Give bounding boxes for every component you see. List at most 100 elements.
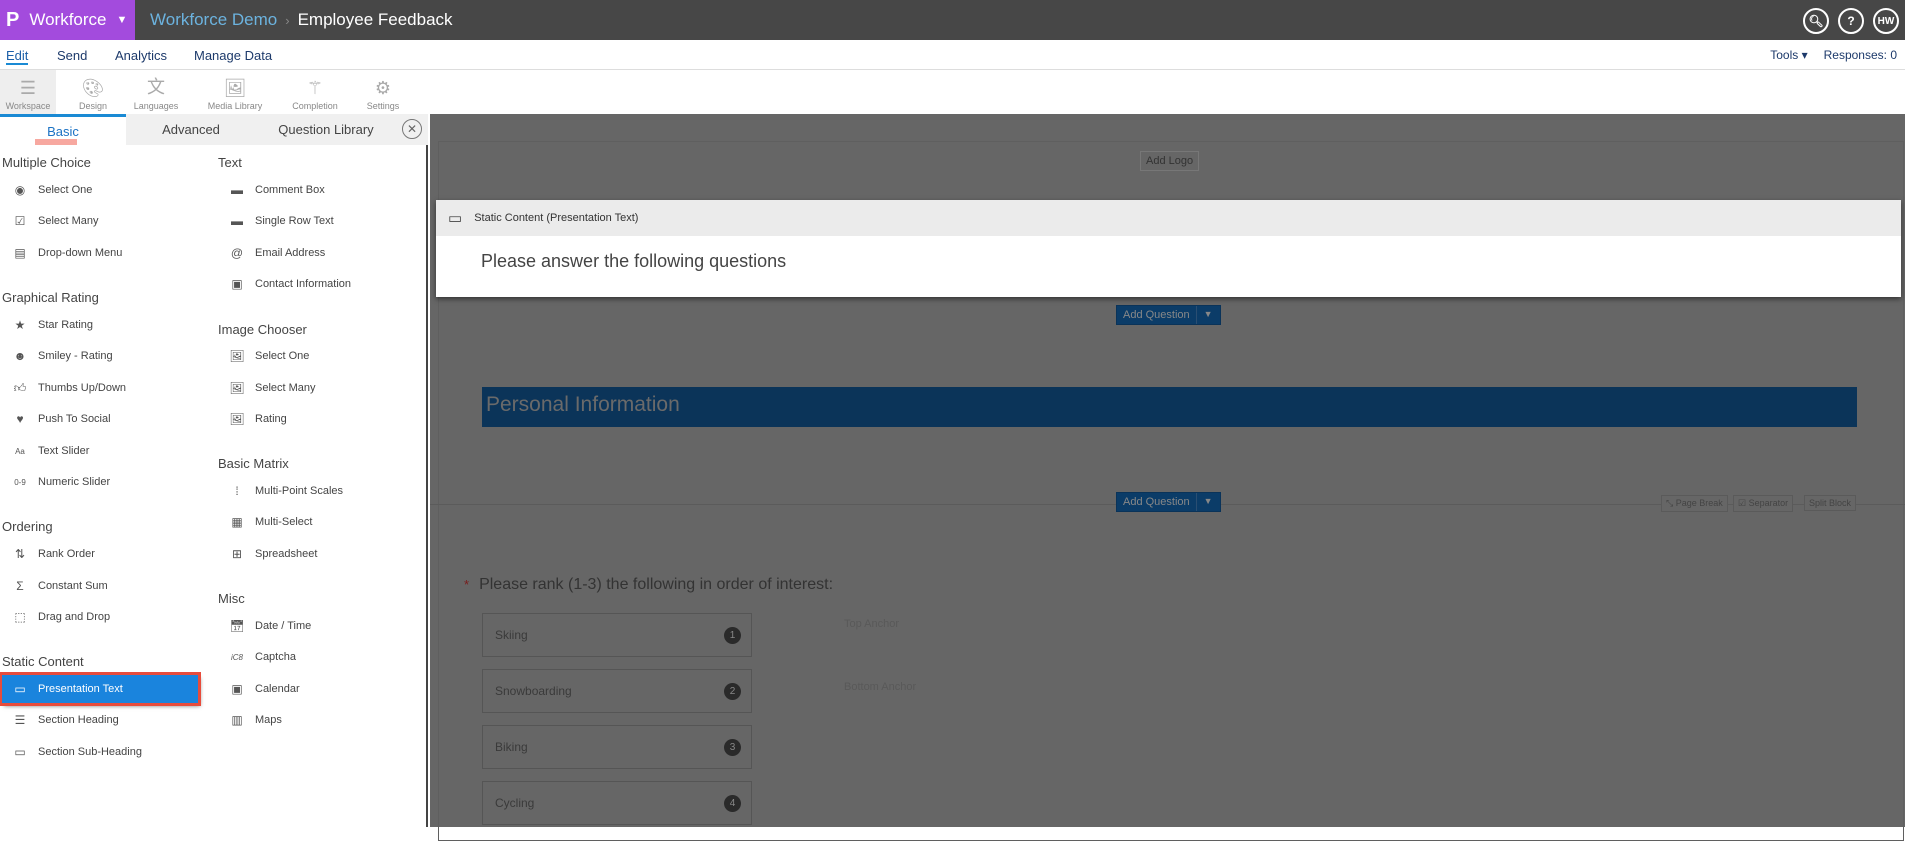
tool-settings[interactable]: ⚙ Settings <box>363 70 403 114</box>
menu-analytics[interactable]: Analytics <box>115 48 167 63</box>
top-bar: P Workforce ▼ Workforce Demo › Employee … <box>0 0 1905 40</box>
chevron-down-icon: ▼ <box>1203 496 1213 506</box>
rank-order-icon: ⇅ <box>14 547 26 561</box>
item-text-slider[interactable]: Aa Text Slider <box>12 440 89 462</box>
item-date-time[interactable]: 📅︎ Date / Time <box>229 615 311 637</box>
item-multi-point-scales[interactable]: ⁞ Multi-Point Scales <box>229 480 343 502</box>
menu-bar: Edit Send Analytics Manage Data Tools ▾ … <box>0 40 1905 70</box>
item-drag-and-drop[interactable]: ⬚ Drag and Drop <box>12 606 110 628</box>
section-multiple-choice: Multiple Choice <box>2 155 91 170</box>
tab-basic[interactable]: Basic <box>0 114 126 145</box>
item-image-rating[interactable]: 🖼︎ Rating <box>229 408 286 430</box>
section-text: Text <box>218 155 242 170</box>
item-section-heading[interactable]: ☰ Section Heading <box>12 709 119 731</box>
heart-bubble-icon: ♥ <box>16 412 24 426</box>
item-image-select-many[interactable]: 🖼︎ Select Many <box>229 377 315 399</box>
rank-option[interactable]: Biking 3 <box>482 725 752 769</box>
captcha-icon: iC8 <box>230 652 243 662</box>
item-email-address[interactable]: @ Email Address <box>229 242 325 264</box>
item-multi-select[interactable]: ▦ Multi-Select <box>229 511 312 533</box>
breadcrumb-workspace[interactable]: Workforce Demo <box>150 10 277 30</box>
tab-question-library[interactable]: Question Library <box>256 114 396 145</box>
star-icon: ★ <box>14 318 26 332</box>
tool-completion[interactable]: ⚚ Completion <box>290 70 340 114</box>
section-graphical-rating: Graphical Rating <box>2 290 99 305</box>
help-icon: ? <box>1847 14 1855 28</box>
smiley-icon: ☻ <box>13 349 27 363</box>
search-icon: 🔍︎ <box>1808 14 1824 28</box>
item-rank-order[interactable]: ⇅ Rank Order <box>12 543 95 565</box>
item-numeric-slider[interactable]: 0-9 Numeric Slider <box>12 471 110 493</box>
breadcrumb-survey[interactable]: Employee Feedback <box>298 10 453 30</box>
close-icon: ✕ <box>406 122 418 136</box>
text-slider-icon: Aa <box>15 446 25 456</box>
map-icon: ▥ <box>231 713 243 727</box>
separator-button[interactable]: ☑ Separator <box>1733 495 1794 512</box>
tools-dropdown[interactable]: Tools ▾ <box>1770 48 1807 62</box>
item-push-to-social[interactable]: ♥ Push To Social <box>12 408 110 430</box>
rank-option[interactable]: Snowboarding 2 <box>482 669 752 713</box>
rank-option[interactable]: Skiing 1 <box>482 613 752 657</box>
top-anchor-label: Top Anchor <box>844 618 900 630</box>
avatar[interactable]: HW <box>1873 8 1899 34</box>
item-single-row-text[interactable]: ▬ Single Row Text <box>229 210 334 232</box>
page-break-button[interactable]: ⤡ Page Break <box>1661 495 1728 512</box>
item-select-one[interactable]: ◉ Select One <box>12 179 93 201</box>
image-icon: 🖼︎ <box>229 349 245 363</box>
help-button[interactable]: ? <box>1838 8 1864 34</box>
item-captcha[interactable]: iC8 Captcha <box>229 646 296 668</box>
item-image-select-one[interactable]: 🖼︎ Select One <box>229 345 309 367</box>
menu-send[interactable]: Send <box>57 48 87 63</box>
comment-box-icon: ▬ <box>231 183 243 197</box>
section-image-chooser: Image Chooser <box>218 322 307 337</box>
item-section-sub-heading[interactable]: ▭ Section Sub-Heading <box>12 741 142 763</box>
tool-media-library[interactable]: 🖼︎ Media Library <box>204 70 266 114</box>
item-select-many[interactable]: ☑ Select Many <box>12 210 99 232</box>
item-spreadsheet[interactable]: ⊞ Spreadsheet <box>229 543 317 565</box>
toolbar: ☰ Workspace 🎨︎ Design 文 Languages 🖼︎ Media L… <box>0 70 1905 114</box>
static-content-body: Please answer the following questions <box>481 251 787 271</box>
question-type-panel: Basic Advanced Question Library ✕ Multip… <box>0 114 428 827</box>
menu-manage-data[interactable]: Manage Data <box>194 48 272 63</box>
item-presentation-text[interactable]: ▭ Presentation Text <box>0 672 201 706</box>
single-row-icon: ▬ <box>231 214 243 228</box>
section-heading-icon: ☰ <box>14 713 26 727</box>
rank-option[interactable]: Cycling 4 <box>482 781 752 825</box>
chevron-right-icon: › <box>285 12 290 28</box>
add-question-button[interactable]: Add Question ▼ <box>1116 305 1221 325</box>
item-dropdown-menu[interactable]: ▤ Drop-down Menu <box>12 242 122 264</box>
item-star-rating[interactable]: ★ Star Rating <box>12 314 93 336</box>
item-constant-sum[interactable]: Σ Constant Sum <box>12 575 107 597</box>
close-panel-button[interactable]: ✕ <box>402 119 422 139</box>
palette-icon: 🎨︎ <box>81 78 105 98</box>
section-ordering: Ordering <box>2 519 53 534</box>
tab-advanced[interactable]: Advanced <box>126 114 256 145</box>
item-thumbs[interactable]: 👍︎ Thumbs Up/Down <box>12 377 126 399</box>
add-question-button-2[interactable]: Add Question ▼ <box>1116 492 1221 512</box>
tool-languages[interactable]: 文 Languages <box>132 70 180 114</box>
search-button[interactable]: 🔍︎ <box>1803 8 1829 34</box>
matrix-icon: ⁞ <box>235 484 239 498</box>
add-logo-button[interactable]: Add Logo <box>1140 151 1200 171</box>
drag-drop-icon: ⬚ <box>14 610 26 624</box>
brand-switcher[interactable]: P Workforce ▼ <box>0 0 135 40</box>
section-basic-matrix: Basic Matrix <box>218 456 289 471</box>
split-block-button[interactable]: Split Block <box>1804 495 1857 511</box>
item-comment-box[interactable]: ▬ Comment Box <box>229 179 325 201</box>
question-text: * Please rank (1-3) the following in orde… <box>464 576 834 593</box>
section-sub-heading-icon: ▭ <box>14 745 26 759</box>
tool-workspace[interactable]: ☰ Workspace <box>0 70 56 114</box>
item-calendar[interactable]: ▣ Calendar <box>229 678 299 700</box>
item-maps[interactable]: ▥ Maps <box>229 709 282 731</box>
image-icon: 🖼︎ <box>223 78 247 98</box>
chevron-down-icon: ▼ <box>1203 309 1213 319</box>
item-smiley-rating[interactable]: ☻ Smiley - Rating <box>12 345 113 367</box>
section-misc: Misc <box>218 591 245 606</box>
responses-count[interactable]: Responses: 0 <box>1824 48 1897 62</box>
calendar-icon: ▣ <box>231 682 243 696</box>
item-contact-information[interactable]: ▣ Contact Information <box>229 273 351 295</box>
menu-edit[interactable]: Edit <box>6 48 29 65</box>
tool-design[interactable]: 🎨︎ Design <box>70 70 116 114</box>
section-static-content: Static Content <box>2 654 84 669</box>
radio-icon: ◉ <box>14 183 26 197</box>
